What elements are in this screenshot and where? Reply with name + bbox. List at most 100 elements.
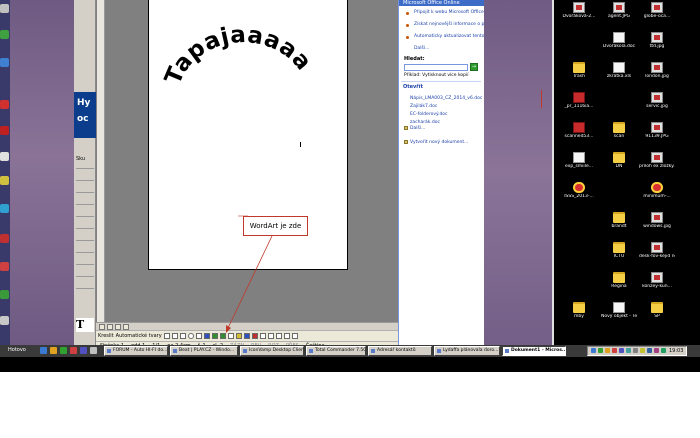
search-input[interactable] xyxy=(404,64,468,71)
quicklaunch-icon[interactable] xyxy=(50,347,57,354)
recent-file-link[interactable]: Zajilák7.doc xyxy=(410,104,437,109)
line-color-icon[interactable] xyxy=(243,333,250,339)
desktop-icon[interactable]: london.jpg xyxy=(639,62,675,79)
desktop-icon[interactable]: scanned53... xyxy=(561,122,597,139)
clock[interactable]: 19:03 xyxy=(669,348,683,354)
diagram-tool-icon[interactable] xyxy=(211,333,218,339)
desktop-icon[interactable]: zkrátka.xls xyxy=(601,62,637,79)
tray-icon[interactable] xyxy=(640,348,645,353)
quicklaunch-icon[interactable] xyxy=(90,347,97,354)
taskbar-button[interactable]: Total Commander 7.50... xyxy=(306,346,366,356)
recent-file-link[interactable]: zacharák.doc xyxy=(410,120,440,125)
taskbar-button[interactable]: Lydaffa plánovala doro... xyxy=(434,346,500,356)
rectangle-tool-icon[interactable] xyxy=(179,333,186,339)
tray-icon[interactable] xyxy=(591,348,596,353)
desktop-icon[interactable]: ISSS_2013-... xyxy=(561,182,597,199)
desktop-icon[interactable] xyxy=(0,58,9,67)
desktop-icon[interactable] xyxy=(0,152,9,161)
desktop-icon[interactable] xyxy=(0,234,9,243)
tray-icon[interactable] xyxy=(598,348,603,353)
desktop-icon[interactable]: globe-oca... xyxy=(639,2,675,19)
desktop-icon[interactable]: 91139.JPG xyxy=(639,122,675,139)
dash-style-icon[interactable] xyxy=(267,333,274,339)
desktop-icon[interactable]: minimum-... xyxy=(639,182,675,199)
recent-file-link[interactable]: Nápis_LMA003_CZ_2014_v6.doc xyxy=(410,96,482,101)
quicklaunch-icon[interactable] xyxy=(80,347,87,354)
img-icon xyxy=(651,2,663,13)
line-tool-icon[interactable] xyxy=(163,333,170,339)
quicklaunch-icon[interactable] xyxy=(70,347,77,354)
oval-tool-icon[interactable] xyxy=(187,333,194,339)
tray-icon[interactable] xyxy=(626,348,631,353)
desktop-icon[interactable]: _pr_1116ia... xyxy=(561,92,597,109)
desktop-icon[interactable] xyxy=(0,176,9,185)
taskbar-button-active[interactable]: Dokument1 - Micros... xyxy=(502,346,566,356)
desktop-area xyxy=(554,0,689,345)
screenshot: Hy oc Sku T Tapajaaaaa WordArt je zde Kr… xyxy=(0,0,700,372)
3d-style-icon[interactable] xyxy=(291,333,298,339)
picture-tool-icon[interactable] xyxy=(227,333,234,339)
task-pane xyxy=(398,0,484,345)
desktop-icon[interactable]: desk-fov-kejid nezájem.jpg xyxy=(639,242,675,259)
tray-icon[interactable] xyxy=(633,348,638,353)
taskbar-button[interactable]: IconVamp Desktop Client xyxy=(240,346,304,356)
arrow-style-icon[interactable] xyxy=(275,333,282,339)
horizontal-scrollbar[interactable] xyxy=(96,322,398,330)
quicklaunch-icon[interactable] xyxy=(40,347,47,354)
desktop-icon[interactable]: ttd.jpg xyxy=(639,32,675,49)
recent-file-more-link[interactable]: Další... xyxy=(410,126,425,131)
wordart-tool-icon[interactable] xyxy=(203,333,210,339)
desktop-icon[interactable]: ICTU xyxy=(601,242,637,259)
desktop-icon[interactable]: Nový objekt - Textový d... xyxy=(601,302,637,319)
desktop-icon[interactable]: servic.jpg xyxy=(639,92,675,109)
desktop-icon[interactable] xyxy=(0,316,9,325)
tray-icon[interactable] xyxy=(619,348,624,353)
draw-menu-button[interactable]: Kreslit xyxy=(98,333,114,339)
taskbar-button[interactable]: Adresář kontaktů xyxy=(368,346,432,356)
desktop-icon[interactable] xyxy=(0,4,9,13)
browser-row xyxy=(76,192,94,193)
quicklaunch-icon[interactable] xyxy=(60,347,67,354)
arrow-tool-icon[interactable] xyxy=(171,333,178,339)
desktop-icon[interactable]: DN xyxy=(601,152,637,169)
tray-icon[interactable] xyxy=(612,348,617,353)
taskbar-button[interactable]: Beat | PLAY.CZ - Windo... xyxy=(170,346,238,356)
font-color-icon[interactable] xyxy=(251,333,258,339)
desktop-icon[interactable] xyxy=(0,30,9,39)
desktop-icon[interactable]: mby xyxy=(561,302,597,319)
recent-file-link[interactable]: EC-folderový.doc xyxy=(410,112,448,117)
wordart-object[interactable]: Tapajaaaaa xyxy=(149,0,349,120)
desktop-icon[interactable]: Trash xyxy=(561,62,597,79)
desktop-icon[interactable]: exp_smiile... xyxy=(561,152,597,169)
desktop-icon[interactable] xyxy=(0,204,9,213)
clipart-tool-icon[interactable] xyxy=(219,333,226,339)
taskbar-button[interactable]: FORUM - Auto HI-FI do... xyxy=(104,346,168,356)
tray-icon[interactable] xyxy=(654,348,659,353)
desktop-icon[interactable]: scan xyxy=(601,122,637,139)
shadow-style-icon[interactable] xyxy=(283,333,290,339)
fill-color-icon[interactable] xyxy=(235,333,242,339)
desktop-icon[interactable]: konzey-kun... xyxy=(639,272,675,289)
desktop-icon[interactable] xyxy=(0,126,9,135)
line-style-icon[interactable] xyxy=(259,333,266,339)
desktop-icon[interactable]: Dvořákola.doc xyxy=(601,32,637,49)
desktop-icon[interactable] xyxy=(0,290,9,299)
autoshapes-button[interactable]: Automatické tvary xyxy=(116,333,162,339)
textbox-tool-icon[interactable] xyxy=(195,333,202,339)
pane-link-more[interactable]: Další... xyxy=(414,46,429,51)
search-go-button[interactable]: → xyxy=(470,63,478,71)
new-document-link[interactable]: Vytvořit nový dokument... xyxy=(410,140,468,145)
tray-icon[interactable] xyxy=(647,348,652,353)
tray-icon[interactable] xyxy=(661,348,666,353)
desktop-icon[interactable] xyxy=(0,262,9,271)
desktop-icon[interactable]: SP xyxy=(639,302,675,319)
browser-row xyxy=(76,276,94,277)
desktop-icon[interactable] xyxy=(0,100,9,109)
desktop-icon[interactable]: agent.JPG xyxy=(601,2,637,19)
desktop-icon[interactable]: windows.jpg xyxy=(639,212,675,229)
desktop-icon[interactable]: Regina xyxy=(601,272,637,289)
tray-icon[interactable] xyxy=(605,348,610,353)
desktop-icon[interactable]: brandt xyxy=(601,212,637,229)
desktop-icon[interactable]: Dvořáková-2... xyxy=(561,2,597,19)
desktop-icon[interactable]: príloh ex zložky... xyxy=(639,152,675,169)
